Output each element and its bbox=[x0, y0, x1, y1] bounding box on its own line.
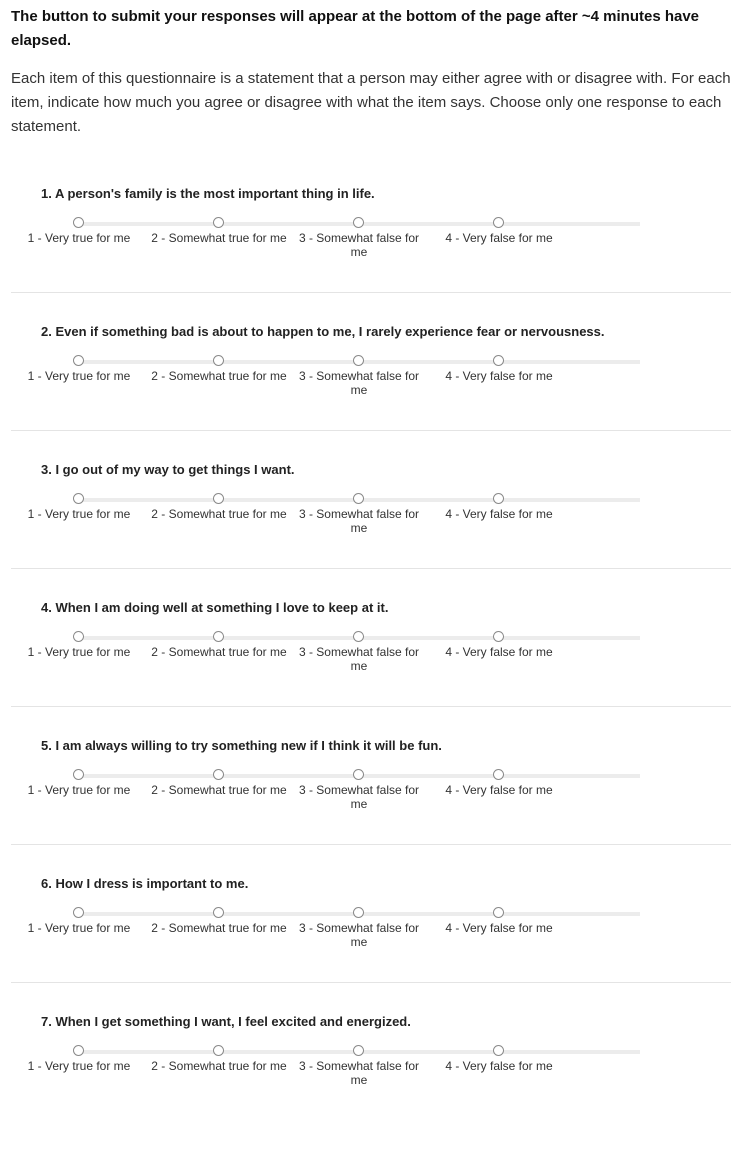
response-radio[interactable] bbox=[353, 907, 364, 918]
response-option-label[interactable]: 1 - Very true for me bbox=[9, 231, 149, 245]
question-text: 3. I go out of my way to get things I wa… bbox=[41, 462, 295, 477]
response-radio[interactable] bbox=[213, 217, 224, 228]
response-radio[interactable] bbox=[493, 217, 504, 228]
response-option-label[interactable]: 3 - Somewhat false for me bbox=[289, 507, 429, 535]
response-radio[interactable] bbox=[353, 769, 364, 780]
response-option-label[interactable]: 4 - Very false for me bbox=[429, 1059, 569, 1073]
response-radio[interactable] bbox=[213, 1045, 224, 1056]
response-option-label[interactable]: 3 - Somewhat false for me bbox=[289, 921, 429, 949]
response-radio[interactable] bbox=[493, 907, 504, 918]
response-radio[interactable] bbox=[73, 1045, 84, 1056]
response-option-label[interactable]: 1 - Very true for me bbox=[9, 507, 149, 521]
response-radio[interactable] bbox=[213, 355, 224, 366]
response-option-label[interactable]: 4 - Very false for me bbox=[429, 921, 569, 935]
question-divider bbox=[11, 982, 731, 983]
response-radio[interactable] bbox=[213, 631, 224, 642]
response-option-label[interactable]: 2 - Somewhat true for me bbox=[149, 231, 289, 245]
response-option-label[interactable]: 3 - Somewhat false for me bbox=[289, 231, 429, 259]
response-option-label[interactable]: 2 - Somewhat true for me bbox=[149, 645, 289, 659]
response-radio[interactable] bbox=[353, 631, 364, 642]
submit-timing-notice: The button to submit your responses will… bbox=[11, 8, 700, 49]
question-text: 7. When I get something I want, I feel e… bbox=[41, 1014, 411, 1029]
response-radio[interactable] bbox=[73, 493, 84, 504]
response-option-label[interactable]: 1 - Very true for me bbox=[9, 1059, 149, 1073]
response-radio[interactable] bbox=[73, 631, 84, 642]
response-radio[interactable] bbox=[73, 355, 84, 366]
response-option-label[interactable]: 4 - Very false for me bbox=[429, 507, 569, 521]
response-option-label[interactable]: 4 - Very false for me bbox=[429, 783, 569, 797]
question-text: 1. A person's family is the most importa… bbox=[41, 186, 375, 201]
response-option-label[interactable]: 1 - Very true for me bbox=[9, 645, 149, 659]
question-divider bbox=[11, 568, 731, 569]
response-radio[interactable] bbox=[73, 907, 84, 918]
response-option-label[interactable]: 4 - Very false for me bbox=[429, 231, 569, 245]
question-text: 2. Even if something bad is about to hap… bbox=[41, 324, 605, 339]
question-divider bbox=[11, 430, 731, 431]
response-radio[interactable] bbox=[353, 1045, 364, 1056]
response-radio[interactable] bbox=[73, 769, 84, 780]
question-item: 4. When I am doing well at something I l… bbox=[0, 600, 745, 738]
response-radio[interactable] bbox=[213, 907, 224, 918]
response-radio[interactable] bbox=[353, 217, 364, 228]
question-item: 2. Even if something bad is about to hap… bbox=[0, 324, 745, 462]
response-option-label[interactable]: 2 - Somewhat true for me bbox=[149, 1059, 289, 1073]
response-radio[interactable] bbox=[493, 1045, 504, 1056]
response-option-label[interactable]: 2 - Somewhat true for me bbox=[149, 507, 289, 521]
response-option-label[interactable]: 3 - Somewhat false for me bbox=[289, 645, 429, 673]
question-item: 5. I am always willing to try something … bbox=[0, 738, 745, 876]
question-divider bbox=[11, 706, 731, 707]
response-option-label[interactable]: 2 - Somewhat true for me bbox=[149, 369, 289, 383]
response-option-label[interactable]: 1 - Very true for me bbox=[9, 783, 149, 797]
response-option-label[interactable]: 1 - Very true for me bbox=[9, 369, 149, 383]
response-option-label[interactable]: 3 - Somewhat false for me bbox=[289, 783, 429, 811]
response-radio[interactable] bbox=[213, 493, 224, 504]
question-text: 5. I am always willing to try something … bbox=[41, 738, 442, 753]
response-option-label[interactable]: 1 - Very true for me bbox=[9, 921, 149, 935]
response-radio[interactable] bbox=[493, 631, 504, 642]
response-radio[interactable] bbox=[213, 769, 224, 780]
response-radio[interactable] bbox=[493, 769, 504, 780]
response-option-label[interactable]: 3 - Somewhat false for me bbox=[289, 369, 429, 397]
response-radio[interactable] bbox=[353, 355, 364, 366]
response-option-label[interactable]: 4 - Very false for me bbox=[429, 369, 569, 383]
question-divider bbox=[11, 844, 731, 845]
response-option-label[interactable]: 2 - Somewhat true for me bbox=[149, 783, 289, 797]
response-radio[interactable] bbox=[73, 217, 84, 228]
question-divider bbox=[11, 292, 731, 293]
question-item: 1. A person's family is the most importa… bbox=[0, 186, 745, 324]
question-item: 3. I go out of my way to get things I wa… bbox=[0, 462, 745, 600]
response-option-label[interactable]: 4 - Very false for me bbox=[429, 645, 569, 659]
question-text: 4. When I am doing well at something I l… bbox=[41, 600, 389, 615]
question-item: 6. How I dress is important to me. 1 - Ve… bbox=[0, 876, 745, 1014]
response-option-label[interactable]: 3 - Somewhat false for me bbox=[289, 1059, 429, 1087]
questionnaire-instructions: Each item of this questionnaire is a sta… bbox=[11, 70, 731, 135]
response-radio[interactable] bbox=[493, 493, 504, 504]
question-text: 6. How I dress is important to me. bbox=[41, 876, 249, 891]
question-item: 7. When I get something I want, I feel e… bbox=[0, 1014, 745, 1152]
response-radio[interactable] bbox=[353, 493, 364, 504]
response-radio[interactable] bbox=[493, 355, 504, 366]
response-option-label[interactable]: 2 - Somewhat true for me bbox=[149, 921, 289, 935]
